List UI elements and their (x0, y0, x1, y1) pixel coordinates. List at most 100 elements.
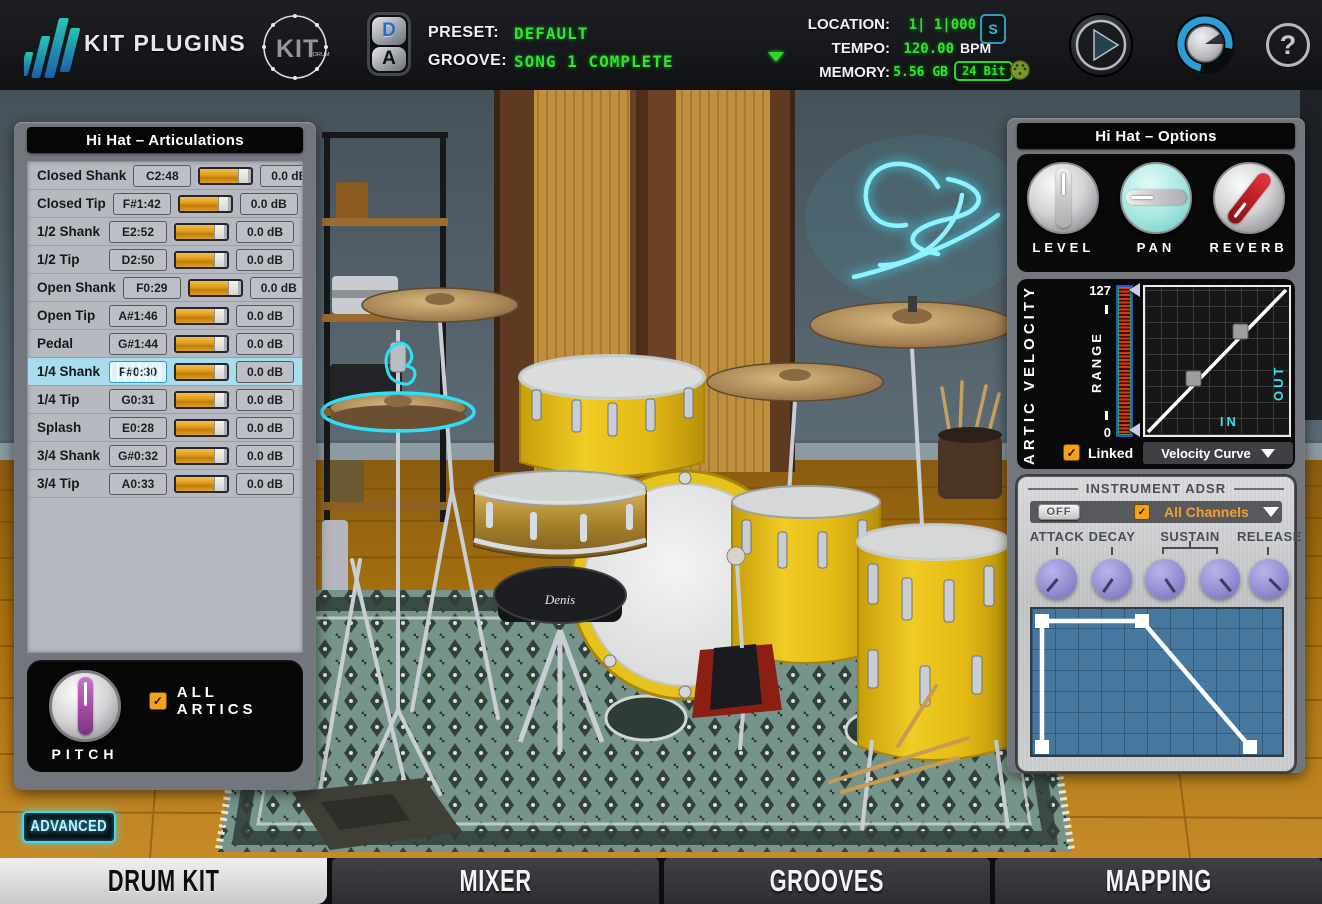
articulation-row[interactable]: Closed TipF#1:420.0 dB (28, 190, 302, 218)
articulation-row[interactable]: Closed ShankC2:480.0 dB (28, 162, 302, 190)
tab-drum-kit[interactable]: DRUM KIT (0, 858, 327, 904)
articulation-volume-slider[interactable] (174, 475, 229, 493)
velocity-range-meter[interactable] (1116, 285, 1133, 437)
tab-mapping[interactable]: MAPPING (995, 858, 1322, 904)
slider-thumb[interactable] (214, 449, 224, 463)
articulation-note-box[interactable]: D2:50 (109, 249, 167, 271)
articulation-row[interactable]: 3/4 ShankG#0:320.0 dB (28, 442, 302, 470)
snare-drum[interactable] (474, 471, 646, 558)
articulation-note-box[interactable]: E2:52 (109, 221, 167, 243)
slider-thumb[interactable] (218, 197, 228, 211)
adsr-channels-checkbox[interactable] (1134, 504, 1150, 520)
velocity-curve-grid[interactable]: IN OUT (1143, 285, 1291, 437)
env-sustain-handle[interactable] (1135, 614, 1149, 628)
env-release-handle[interactable] (1243, 740, 1257, 754)
articulation-note-box[interactable]: E0:28 (109, 417, 167, 439)
articulation-note-box[interactable]: A0:33 (109, 473, 167, 495)
crash-cymbal-mid[interactable] (707, 363, 883, 401)
articulation-note-box[interactable]: A#1:46 (109, 305, 167, 327)
bit-depth-badge[interactable]: 24 Bit (954, 61, 1013, 81)
articulation-volume-slider[interactable] (198, 167, 253, 185)
help-button[interactable]: ? (1266, 23, 1310, 67)
articulation-row[interactable]: 1/4 TipG0:310.0 dB (28, 386, 302, 414)
velocity-range-bottom-handle[interactable] (1129, 423, 1140, 437)
articulation-volume-slider[interactable] (174, 251, 229, 269)
slider-thumb[interactable] (238, 169, 248, 183)
all-artics-checkbox[interactable] (149, 692, 167, 710)
solo-button[interactable]: S (980, 14, 1006, 44)
articulation-volume-slider[interactable] (174, 447, 229, 465)
slider-thumb[interactable] (214, 309, 224, 323)
pitch-knob[interactable] (49, 670, 121, 742)
release-knob[interactable] (1249, 559, 1289, 599)
adsr-channels-value[interactable]: All Channels (1164, 504, 1249, 520)
articulation-volume-slider[interactable] (174, 419, 229, 437)
articulation-volume-slider[interactable] (174, 363, 229, 381)
adsr-channels-chevron-icon[interactable] (1263, 507, 1279, 517)
articulation-row[interactable]: Open Shank F0:29 0.0 dB (28, 274, 302, 302)
groove-value[interactable]: SONG 1 COMPLETE (514, 52, 674, 71)
level-knob[interactable] (1027, 162, 1099, 234)
articulation-volume-slider[interactable] (174, 391, 229, 409)
velocity-curve-dropdown[interactable]: Velocity Curve (1143, 442, 1293, 464)
articulation-note-box[interactable]: F#0:30 (109, 361, 167, 383)
curve-handle-high[interactable] (1233, 324, 1248, 339)
articulation-row[interactable]: 1/2 TipD2:500.0 dB (28, 246, 302, 274)
sustain-time-knob[interactable] (1200, 559, 1240, 599)
slider-thumb[interactable] (214, 393, 224, 407)
env-attack-handle[interactable] (1035, 614, 1049, 628)
volume-knob[interactable] (1174, 13, 1236, 75)
articulation-gain-value: 0.0 dB (250, 277, 303, 299)
articulation-row[interactable]: PedalG#1:440.0 dB (28, 330, 302, 358)
adsr-off-button[interactable]: OFF (1038, 504, 1080, 520)
articulation-volume-slider[interactable] (174, 307, 229, 325)
play-button[interactable] (1068, 12, 1134, 78)
curve-handle-low[interactable] (1186, 371, 1201, 386)
da-toggle-a[interactable]: A (372, 47, 406, 71)
attack-knob[interactable] (1037, 559, 1077, 599)
articulation-volume-slider[interactable] (174, 335, 229, 353)
articulation-volume-slider[interactable] (174, 223, 229, 241)
location-label: LOCATION: (772, 16, 890, 33)
slider-thumb[interactable] (214, 253, 224, 267)
sustain-level-knob[interactable] (1145, 559, 1185, 599)
articulation-row[interactable]: 1/2 ShankE2:520.0 dB (28, 218, 302, 246)
articulation-gain-value: 0.0 dB (236, 473, 294, 495)
rack-tom[interactable] (520, 356, 704, 476)
slider-thumb[interactable] (214, 421, 224, 435)
slider-thumb[interactable] (214, 337, 224, 351)
tab-mixer[interactable]: MIXER (332, 858, 659, 904)
slider-thumb[interactable] (214, 365, 224, 379)
preset-value[interactable]: DEFAULT (514, 24, 588, 43)
kit-drums-plugin-window: KIT PLUGINS KIT DRUMS D A PRESET: DEFAUL… (0, 0, 1322, 904)
tab-grooves[interactable]: GROOVES (664, 858, 991, 904)
slider-thumb[interactable] (214, 225, 224, 239)
articulation-note-box[interactable]: F0:29 (123, 277, 181, 299)
da-toggle-d[interactable]: D (372, 17, 406, 45)
velocity-range-top-handle[interactable] (1129, 283, 1140, 297)
articulation-row[interactable]: 3/4 TipA0:330.0 dB (28, 470, 302, 498)
advanced-button[interactable]: ADVANCED (22, 811, 116, 843)
adsr-envelope[interactable] (1030, 607, 1284, 757)
articulation-note-box[interactable]: F#1:42 (113, 193, 171, 215)
reverb-knob[interactable] (1213, 162, 1285, 234)
articulation-row[interactable]: Open TipA#1:460.0 dB (28, 302, 302, 330)
articulation-row[interactable]: 1/4 ShankF#0:300.0 dB (28, 358, 302, 386)
articulation-volume-slider[interactable] (178, 195, 233, 213)
articulation-note-box[interactable]: G#1:44 (109, 333, 167, 355)
options-panel: Hi Hat – Options LEVEL PAN REVERB ARTIC … (1007, 118, 1305, 773)
slider-thumb[interactable] (214, 477, 224, 491)
decay-knob[interactable] (1092, 559, 1132, 599)
slider-thumb[interactable] (228, 281, 238, 295)
pan-knob[interactable] (1120, 162, 1192, 234)
articulation-note-box[interactable]: C2:48 (133, 165, 191, 187)
articulation-note-box[interactable]: G0:31 (109, 389, 167, 411)
articulation-note-box[interactable]: G#0:32 (109, 445, 167, 467)
linked-checkbox[interactable] (1063, 444, 1080, 461)
env-start-handle[interactable] (1035, 740, 1049, 754)
crash-cymbal-left[interactable] (362, 288, 518, 322)
articulation-name: Open Shank (37, 280, 116, 295)
da-toggle[interactable]: D A (367, 12, 411, 76)
articulation-volume-slider[interactable] (188, 279, 243, 297)
articulation-row[interactable]: SplashE0:280.0 dB (28, 414, 302, 442)
